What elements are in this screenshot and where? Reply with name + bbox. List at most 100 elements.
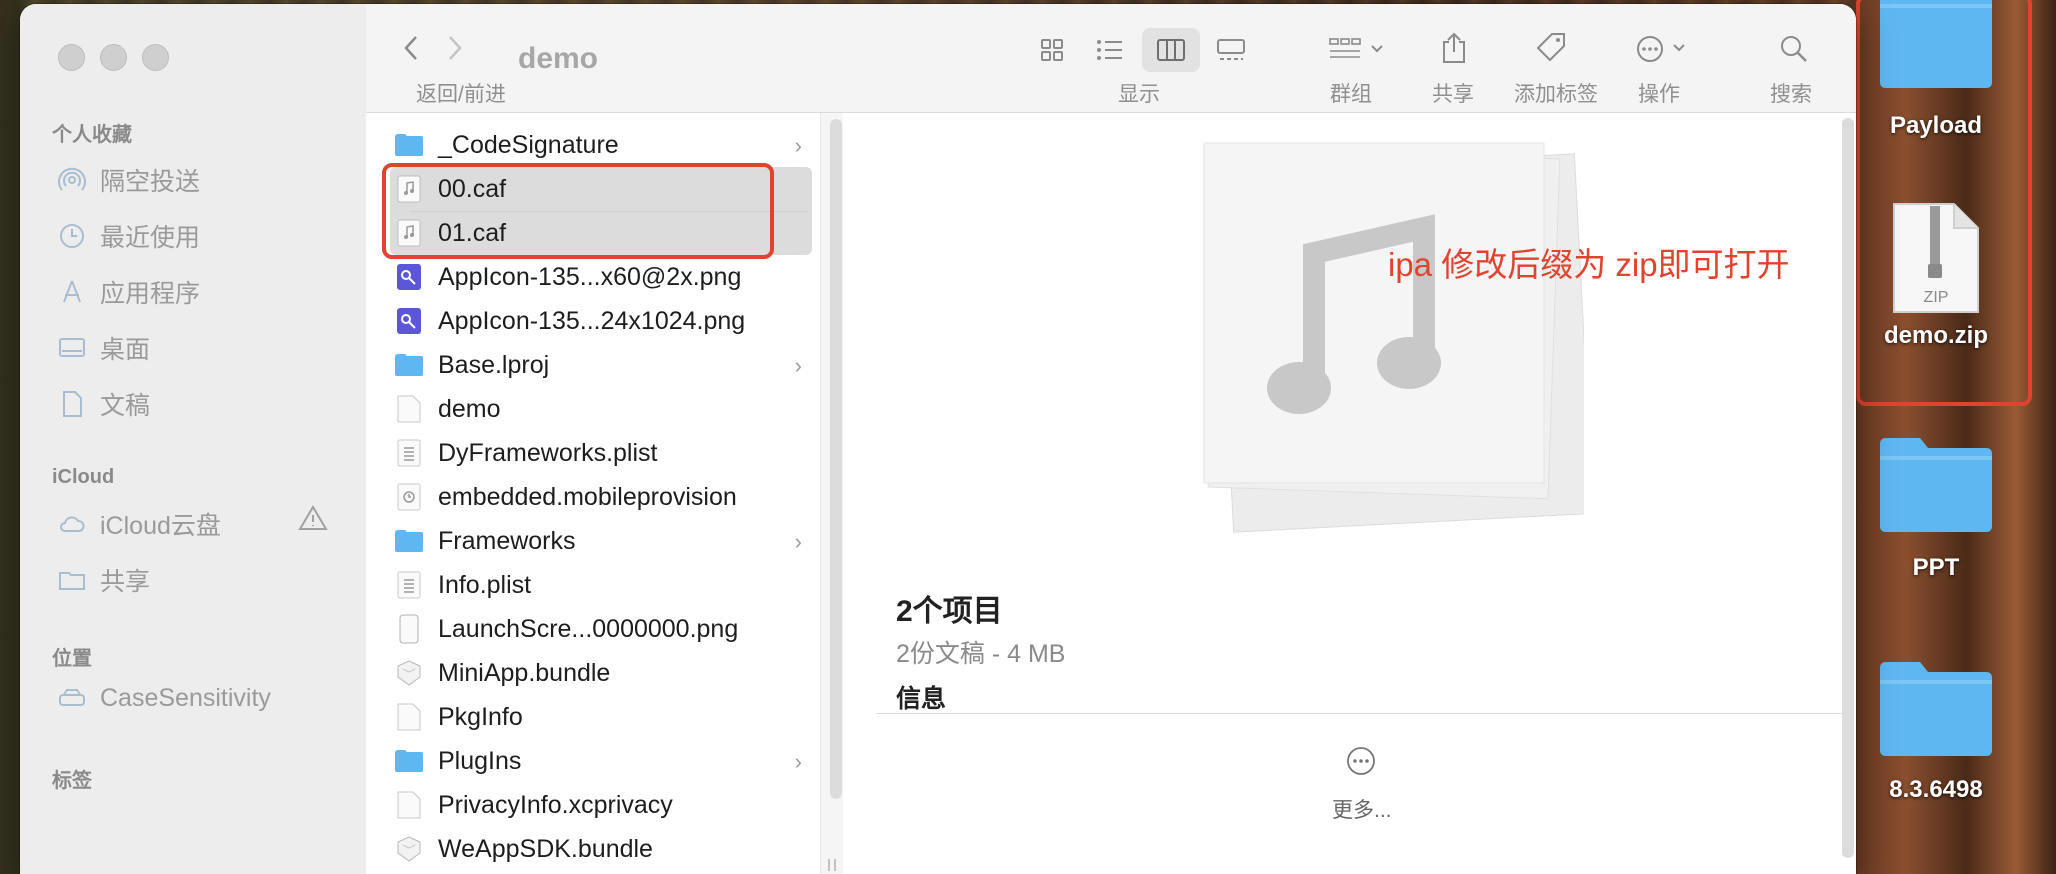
sidebar-item-icloud-drive[interactable]: iCloud云盘 (58, 506, 221, 542)
gallery-view-button[interactable] (1206, 32, 1256, 68)
close-button[interactable] (58, 44, 85, 71)
plist-file-icon (397, 439, 421, 467)
folder-icon (395, 530, 423, 552)
chevron-right-icon (449, 36, 462, 60)
list-item[interactable]: DyFrameworks.plist (394, 431, 808, 475)
file-name: AppIcon-135...24x1024.png (438, 306, 746, 335)
list-item[interactable]: PrivacyInfo.xcprivacy (394, 783, 808, 827)
toolbar: demo 返回/前进 显示 群组 共享 添加标签 操作 搜索 (366, 4, 1856, 113)
desktop-icon (59, 338, 85, 357)
forward-button[interactable] (440, 30, 470, 66)
search-icon (1781, 36, 1807, 62)
sidebar-item-applications[interactable]: 应用程序 (58, 274, 200, 310)
folder-icon (1880, 438, 1992, 532)
share-button[interactable] (1434, 28, 1474, 68)
list-item[interactable]: Info.plist (394, 563, 808, 607)
annotation-box-desktop (1856, 0, 2032, 406)
music-stack-icon (1203, 142, 1584, 533)
sidebar-item-disk[interactable]: CaseSensitivity (58, 684, 271, 713)
list-item[interactable]: Frameworks › (394, 519, 808, 563)
back-button[interactable] (396, 30, 426, 66)
more-circle-icon[interactable] (1346, 746, 1376, 776)
sidebar-section-tags: 标签 (52, 770, 92, 792)
share-icon (1443, 32, 1465, 63)
desktop-item-label: PPT (1912, 554, 1960, 581)
sidebar-item-recents[interactable]: 最近使用 (58, 218, 200, 254)
list-item[interactable]: demo (394, 387, 808, 431)
selection-count: 2个项目 (896, 595, 1003, 628)
icon-view-button[interactable] (1030, 32, 1074, 68)
sidebar-item-label: 最近使用 (100, 224, 201, 252)
warning-icon[interactable] (298, 504, 328, 532)
shared-folder-icon (59, 572, 85, 590)
sidebar-item-label: 文稿 (100, 392, 151, 420)
annotation-note: ipa 修改后缀为 zip即可打开 (1388, 246, 1790, 283)
list-item[interactable]: AppIcon-135...x60@2x.png (394, 255, 808, 299)
file-name: Frameworks (438, 526, 576, 555)
list-item[interactable]: PlugIns › (394, 739, 808, 783)
file-name: PrivacyInfo.xcprivacy (438, 790, 673, 819)
selection-summary: 2份文稿 - 4 MB (896, 640, 1066, 668)
plist-file-icon (397, 571, 421, 599)
disk-icon (59, 688, 85, 706)
tag-button[interactable] (1530, 28, 1574, 68)
sidebar-item-label: 桌面 (100, 336, 151, 364)
desktop-item-ppt[interactable]: PPT (1856, 434, 2016, 582)
phone-image-icon (399, 614, 419, 644)
file-name: WeAppSDK.bundle (438, 834, 653, 863)
bundle-icon (397, 660, 421, 686)
sidebar-section-locations: 位置 (52, 648, 92, 670)
file-name: Info.plist (438, 570, 532, 599)
sidebar-item-desktop[interactable]: 桌面 (58, 330, 150, 366)
list-item[interactable]: WeAppSDK.bundle (394, 827, 808, 871)
more-button[interactable]: 更多... (1332, 794, 1392, 824)
sidebar-item-label: 隔空投送 (100, 168, 201, 196)
action-button[interactable] (1632, 30, 1696, 68)
column-view-button[interactable] (1142, 28, 1200, 72)
sidebar-item-label: 应用程序 (100, 280, 201, 308)
sidebar-item-shared[interactable]: 共享 (58, 562, 150, 598)
sidebar-section-icloud: iCloud (52, 466, 115, 488)
file-name: LaunchScre...0000000.png (438, 614, 739, 643)
column-scrollbar[interactable] (830, 119, 842, 799)
chevron-right-icon: › (794, 353, 802, 378)
file-name: PkgInfo (438, 702, 523, 731)
sidebar-item-label: 共享 (100, 568, 151, 596)
group-button[interactable] (1322, 30, 1394, 68)
blank-file-icon (397, 703, 421, 731)
column-resize-handle-icon[interactable] (824, 857, 840, 873)
list-item[interactable]: embedded.mobileprovision (394, 475, 808, 519)
minimize-button[interactable] (100, 44, 127, 71)
grid-icon (1041, 39, 1063, 61)
airdrop-icon (58, 167, 86, 191)
list-item[interactable]: MiniApp.bundle (394, 651, 808, 695)
chevron-right-icon: › (794, 749, 802, 774)
sidebar-item-documents[interactable]: 文稿 (58, 386, 150, 422)
window-title: demo (518, 42, 599, 75)
file-name: DyFrameworks.plist (438, 438, 658, 467)
columns-icon (1157, 39, 1185, 61)
file-name: demo (438, 394, 501, 423)
list-item[interactable]: Base.lproj › (394, 343, 808, 387)
preview-scrollbar[interactable] (1842, 118, 1854, 858)
provision-file-icon (397, 483, 421, 511)
list-item[interactable]: LaunchScre...0000000.png (394, 607, 808, 651)
search-button[interactable] (1774, 30, 1814, 68)
action-label: 操作 (1638, 83, 1680, 106)
applications-icon (63, 280, 81, 303)
annotation-box-selected-files (382, 163, 774, 259)
list-item[interactable]: _CodeSignature › (394, 123, 808, 167)
zoom-button[interactable] (142, 44, 169, 71)
file-name: PlugIns (438, 746, 522, 775)
sidebar-item-airdrop[interactable]: 隔空投送 (58, 162, 200, 198)
window-controls (58, 44, 169, 71)
list-item[interactable]: PkgInfo (394, 695, 808, 739)
folder-icon (395, 750, 423, 772)
blank-file-icon (397, 791, 421, 819)
folder-icon (1880, 662, 1992, 756)
list-item[interactable]: AppIcon-135...24x1024.png (394, 299, 808, 343)
search-label: 搜索 (1770, 83, 1812, 106)
file-name: Base.lproj (438, 350, 550, 379)
desktop-item-version[interactable]: 8.3.6498 (1856, 658, 2016, 804)
list-view-button[interactable] (1088, 32, 1132, 68)
